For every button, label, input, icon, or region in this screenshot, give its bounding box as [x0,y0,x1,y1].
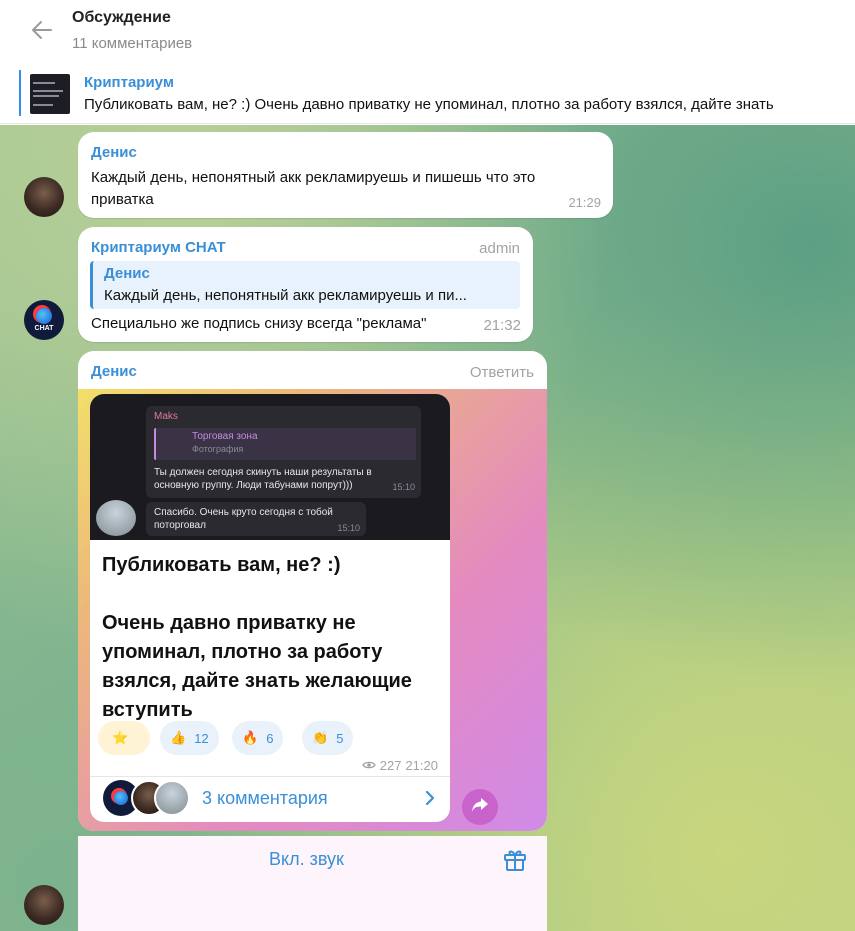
page-title: Обсуждение [72,9,171,26]
post-line: Публиковать вам, не? :) [102,554,341,576]
eye-icon [362,758,376,773]
comments-link[interactable]: 3 комментария [202,788,328,809]
image-reply: Торговая зона Фотография [154,428,416,460]
admin-badge: admin [479,240,520,257]
chevron-right-icon[interactable] [425,790,435,811]
avatar[interactable] [24,885,64,925]
share-button[interactable] [462,789,498,825]
avatar[interactable] [24,177,64,217]
chat-logo-icon [114,791,128,805]
post-text: Публиковать вам, не? :) Очень давно прив… [102,551,442,725]
reaction-clap[interactable]: 👏 5 [302,721,354,755]
reply-text: Каждый день, непонятный акк рекламируешь… [104,287,467,304]
reply-quote[interactable]: Денис Каждый день, непонятный акк реклам… [90,261,520,309]
post-time: 21:20 [405,758,438,773]
chat-logo-icon [36,308,52,324]
image-text: Ты должен сегодня скинуть наши результат… [154,467,372,491]
reaction-count: 5 [336,730,344,746]
fire-icon: 🔥 [242,730,259,745]
pinned-accent-bar [19,70,21,116]
message-author[interactable]: Криптариум CHAT [91,239,226,256]
unmute-button[interactable]: Вкл. звук [269,849,344,870]
avatar[interactable]: CHAT [24,300,64,340]
post-line: Очень давно приватку не упоминал, плотно… [102,612,412,721]
pinned-channel-name: Криптариум [84,74,174,91]
channel-post-card[interactable]: Maks Торговая зона Фотография Ты должен … [90,394,450,822]
back-arrow-icon[interactable] [28,16,56,44]
message-bubble[interactable]: Денис Каждый день, непонятный акк реклам… [78,132,613,218]
share-arrow-icon [471,797,489,818]
reaction-thumbs-up[interactable]: 👍 12 [160,721,219,755]
post-spacer [102,580,442,609]
comments-row[interactable]: 3 комментария [90,777,450,822]
reaction-fire[interactable]: 🔥 6 [232,721,284,755]
reaction-star[interactable]: ⭐ [98,721,150,755]
image-text: Спасибо. Очень круто сегодня с тобой пот… [154,507,333,531]
message-text: Каждый день, непонятный акк рекламируешь… [91,169,536,208]
forwarded-post-bubble[interactable]: Денис Ответить Maks Торговая зона Фотогр… [78,351,547,831]
reaction-count: 12 [194,730,209,746]
pinned-post[interactable]: Криптариум Публиковать вам, не? :) Очень… [0,62,855,124]
clap-icon: 👏 [312,730,329,745]
comment-count: 11 комментариев [72,35,193,52]
reply-author: Денис [104,265,150,282]
post-image[interactable]: Maks Торговая зона Фотография Ты должен … [90,394,450,540]
message-text: Специально же подпись снизу всегда "рекл… [91,315,427,332]
pinned-thumbnail [30,74,70,114]
message-time: 21:32 [483,317,521,334]
reply-button[interactable]: Ответить [470,364,534,381]
message-time: 21:29 [568,195,601,210]
post-meta: 227 21:20 [362,758,438,773]
message-bubble[interactable]: Криптариум CHAT admin Денис Каждый день,… [78,227,533,342]
gift-icon[interactable] [502,846,528,877]
image-message: Спасибо. Очень круто сегодня с тобой пот… [146,502,366,536]
image-time: 15:10 [392,482,415,492]
chat-header: Обсуждение 11 комментариев [0,0,855,62]
image-avatar [96,500,136,536]
image-message: Maks Торговая зона Фотография Ты должен … [146,406,421,498]
avatar-label: CHAT [34,325,54,332]
message-author[interactable]: Денис [91,363,137,380]
chat-area[interactable]: Денис Каждый день, непонятный акк реклам… [0,125,855,931]
star-icon: ⭐ [112,730,129,745]
bottom-bar: Вкл. звук [78,836,547,931]
image-time: 15:10 [337,523,360,533]
view-count: 227 [379,758,402,773]
thumbs-up-icon: 👍 [170,730,187,745]
image-reply-sub: Фотография [192,444,244,454]
commenter-avatar [154,780,190,816]
reaction-count: 6 [266,730,274,746]
image-sender: Maks [154,411,178,422]
message-author[interactable]: Денис [91,144,137,161]
pinned-text: Публиковать вам, не? :) Очень давно прив… [84,96,774,113]
image-reply-title: Торговая зона [192,431,258,442]
